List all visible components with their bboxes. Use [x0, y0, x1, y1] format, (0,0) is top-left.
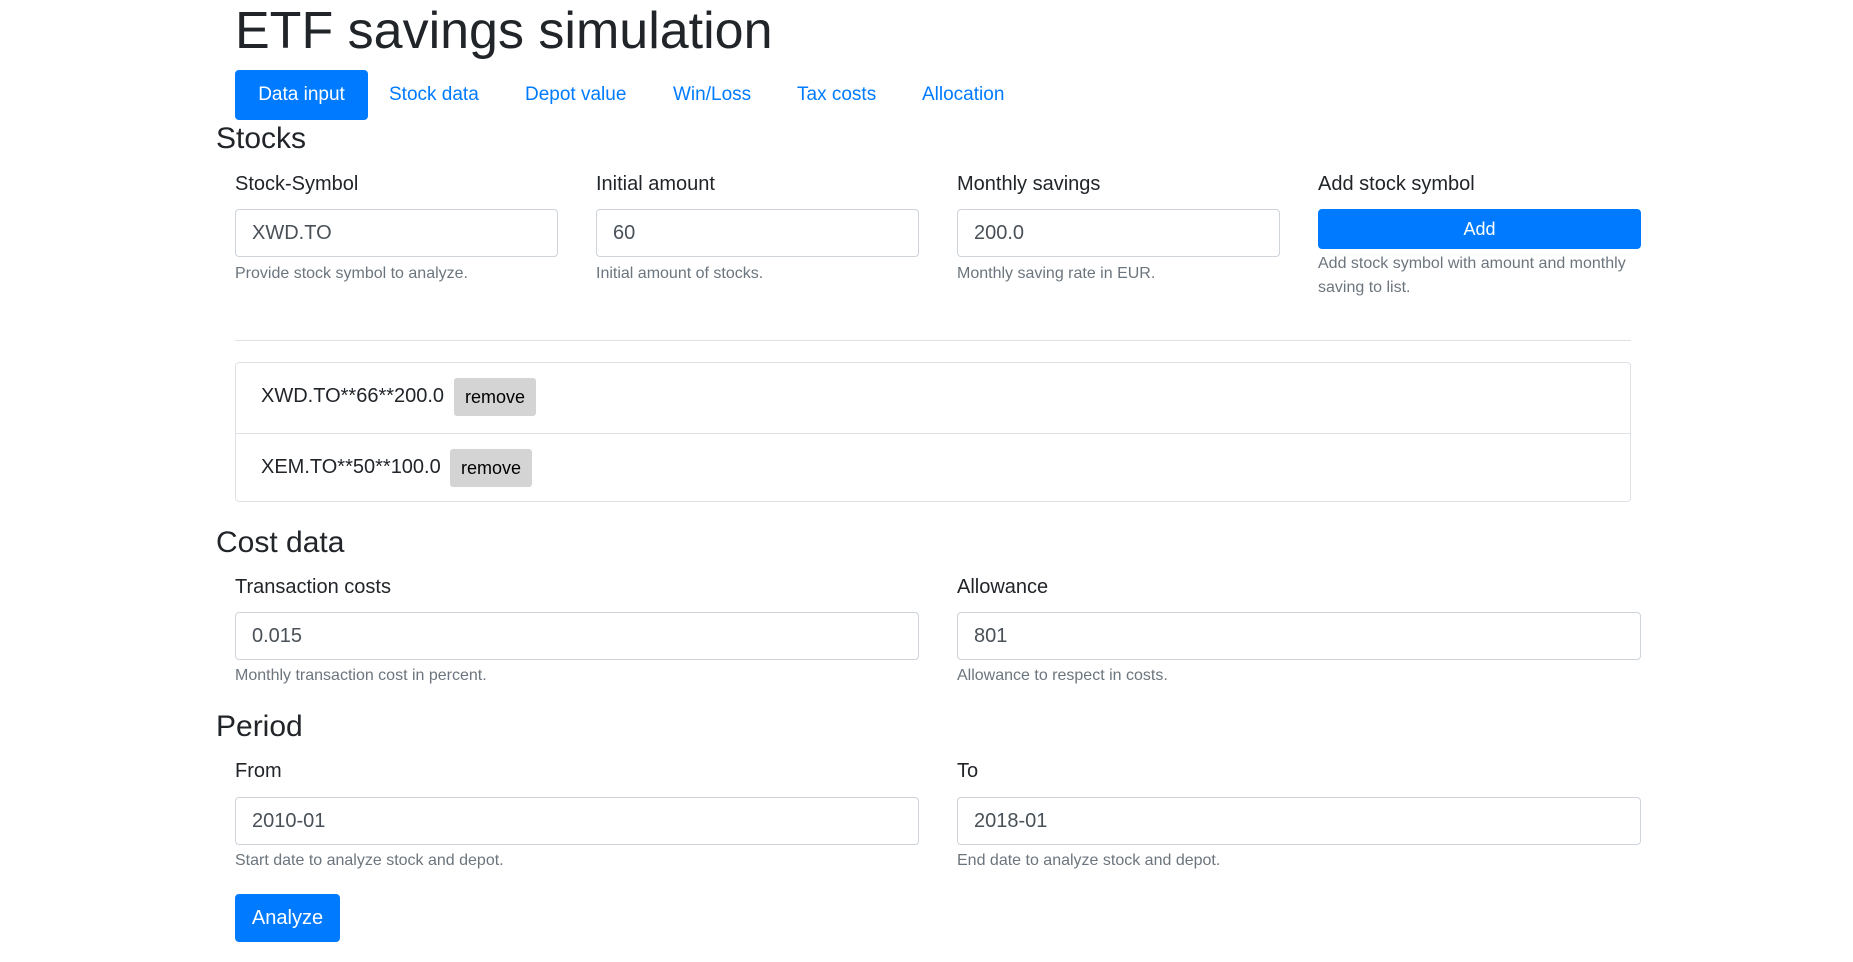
list-item: XEM.TO**50**100.0 remove — [236, 433, 1630, 504]
transaction-costs-help: Monthly transaction cost in percent. — [235, 667, 487, 684]
remove-button[interactable]: remove — [454, 378, 537, 416]
tab-depot-value[interactable]: Depot value — [525, 70, 626, 120]
monthly-savings-help: Monthly saving rate in EUR. — [957, 265, 1156, 282]
allowance-input[interactable] — [957, 612, 1641, 660]
stock-symbol-label: Stock-Symbol — [235, 173, 359, 195]
transaction-costs-input[interactable] — [235, 612, 919, 660]
add-stock-label: Add stock symbol — [1318, 173, 1475, 195]
tab-win-loss[interactable]: Win/Loss — [673, 70, 751, 120]
from-date-help: Start date to analyze stock and depot. — [235, 852, 504, 869]
monthly-savings-input[interactable] — [957, 209, 1280, 257]
analyze-button[interactable]: Analyze — [235, 894, 340, 942]
stocks-heading: Stocks — [216, 122, 307, 155]
page-title: ETF savings simulation — [235, 2, 773, 60]
section-divider — [235, 340, 1631, 341]
stock-entry-text: XEM.TO**50**100.0 — [261, 456, 441, 478]
tab-stock-data[interactable]: Stock data — [389, 70, 479, 120]
remove-button[interactable]: remove — [450, 449, 533, 487]
from-label: From — [235, 760, 282, 782]
allowance-label: Allowance — [957, 576, 1049, 598]
stock-symbol-input[interactable] — [235, 209, 558, 257]
add-stock-help: Add stock symbol with amount and monthly… — [1318, 255, 1626, 296]
to-date-help: End date to analyze stock and depot. — [957, 852, 1221, 869]
initial-amount-help: Initial amount of stocks. — [596, 265, 764, 282]
stock-symbol-help: Provide stock symbol to analyze. — [235, 265, 468, 282]
list-item: XWD.TO**66**200.0 remove — [236, 363, 1630, 433]
allowance-help: Allowance to respect in costs. — [957, 667, 1168, 684]
tab-allocation[interactable]: Allocation — [922, 70, 1004, 120]
tab-tax-costs[interactable]: Tax costs — [797, 70, 876, 120]
from-date-input[interactable] — [235, 797, 919, 845]
tab-data-input[interactable]: Data input — [235, 70, 368, 120]
stock-list: XWD.TO**66**200.0 remove XEM.TO**50**100… — [235, 362, 1631, 502]
initial-amount-input[interactable] — [596, 209, 919, 257]
monthly-savings-label: Monthly savings — [957, 173, 1101, 195]
add-stock-button[interactable]: Add — [1318, 209, 1641, 249]
to-label: To — [957, 760, 979, 782]
stock-entry-text: XWD.TO**66**200.0 — [261, 385, 445, 407]
initial-amount-label: Initial amount — [596, 173, 715, 195]
period-heading: Period — [216, 710, 303, 743]
to-date-input[interactable] — [957, 797, 1641, 845]
transaction-costs-label: Transaction costs — [235, 576, 391, 598]
cost-data-heading: Cost data — [216, 526, 345, 559]
